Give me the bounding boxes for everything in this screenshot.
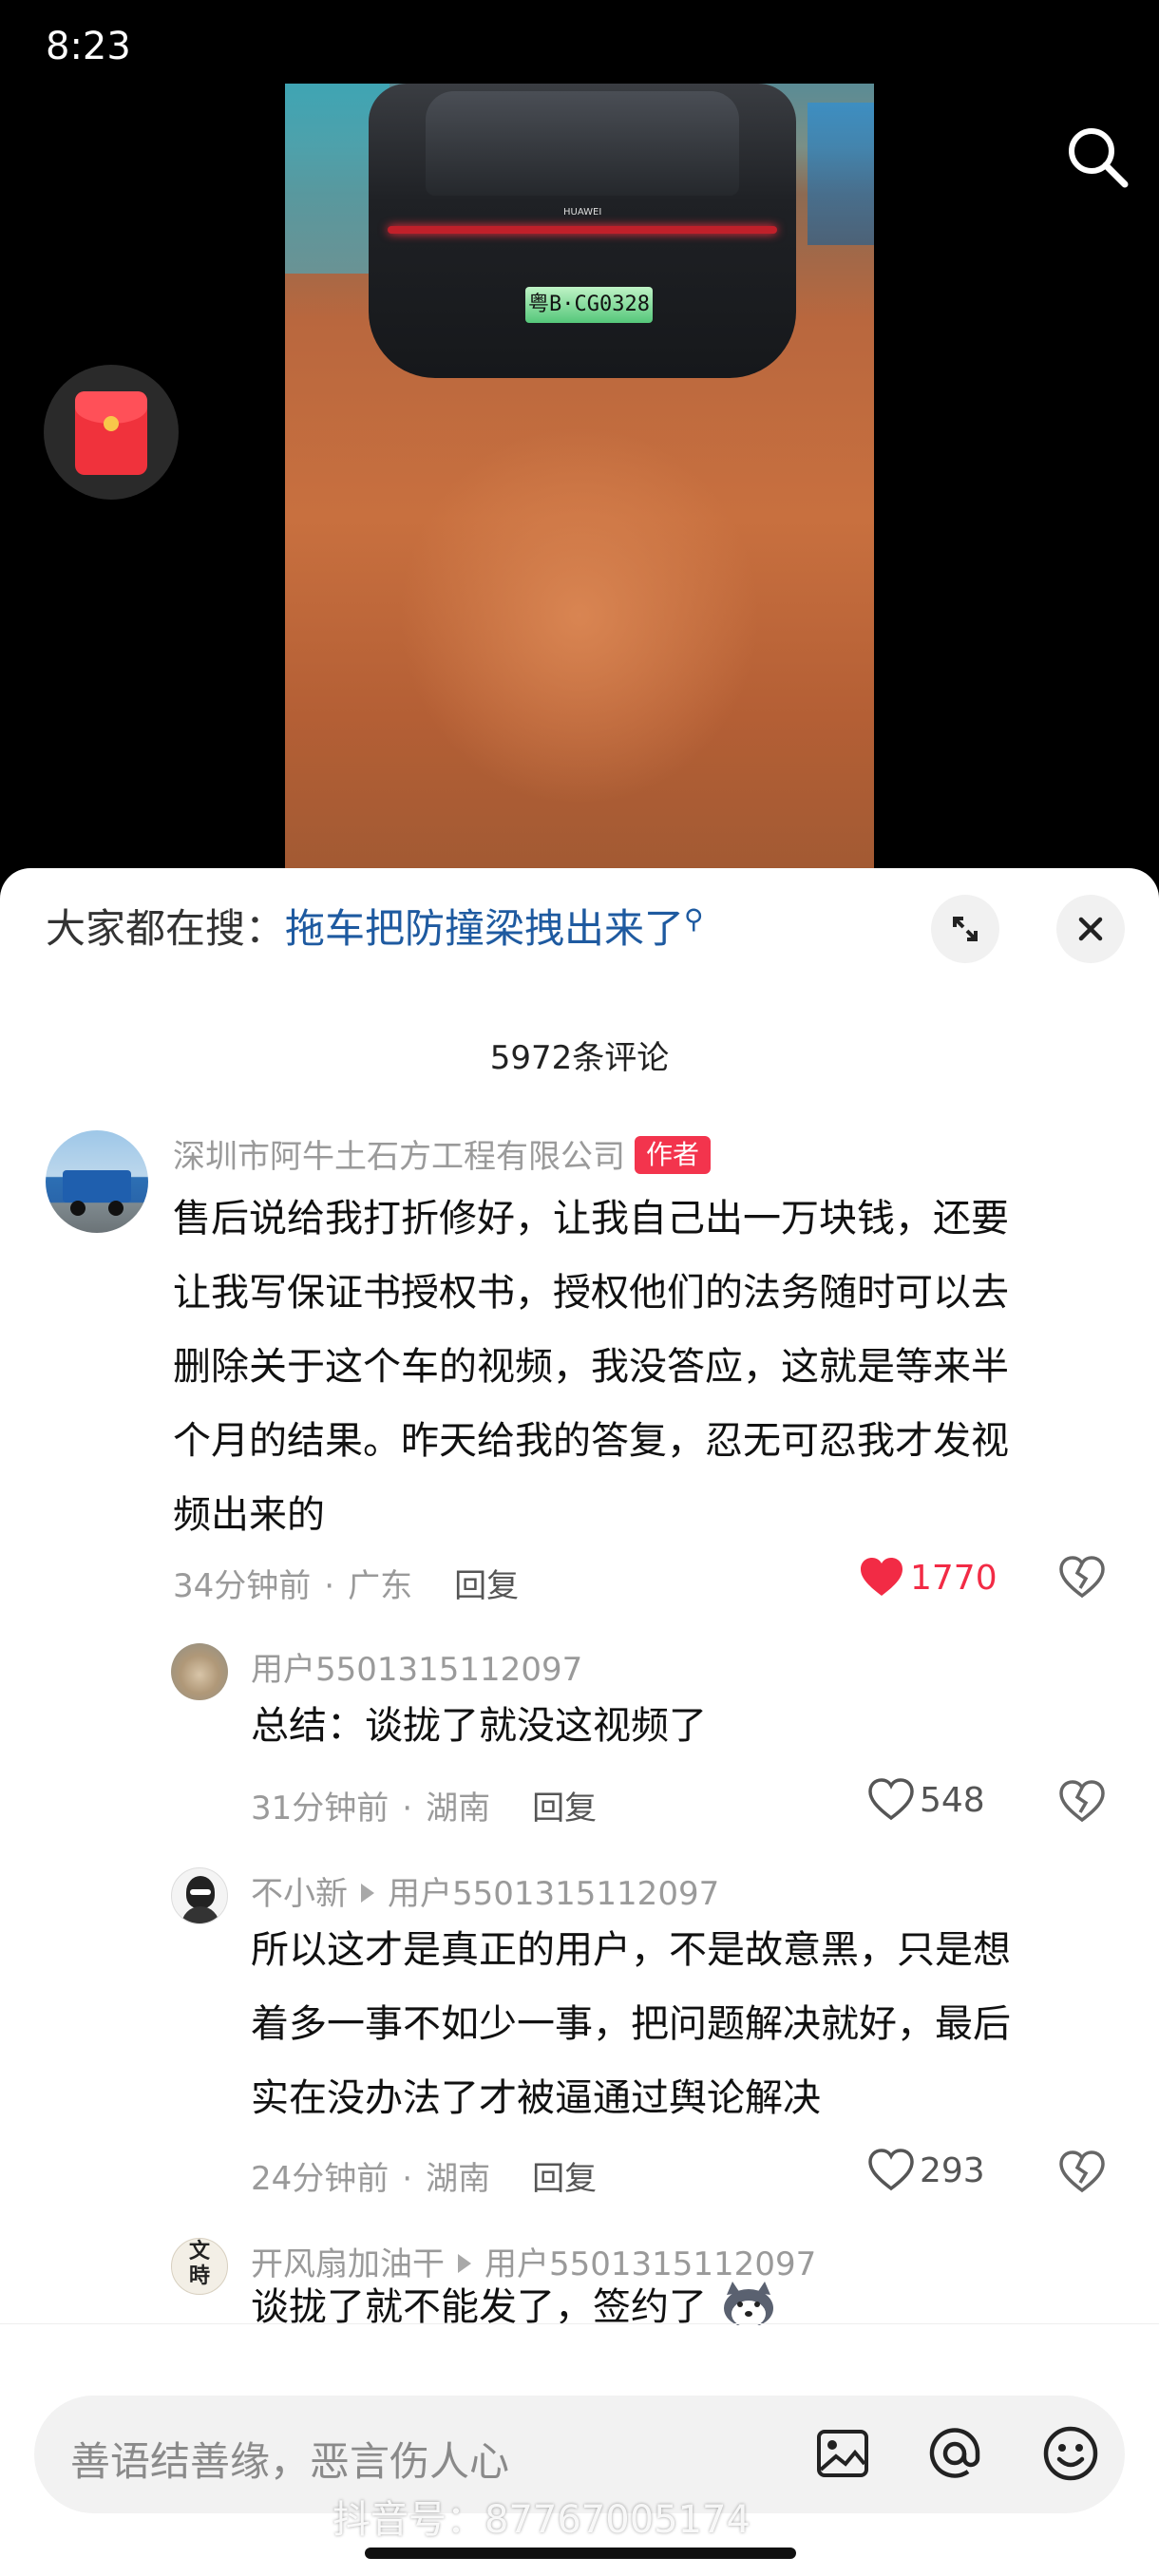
like-count: 1770 [910,1558,998,1598]
reply-arrow-icon [361,1884,374,1903]
search-icon[interactable] [1062,122,1132,192]
dislike-button[interactable] [1056,2147,1108,2198]
comment-sheet: 大家都在搜：拖车把防撞梁拽出来了⚲ 5972条评论 深圳市阿牛土石方工程有限公司… [0,868,1159,2576]
broken-heart-icon [1059,2150,1105,2193]
author-badge: 作者 [635,1136,712,1174]
comment-text[interactable]: 谈拢了就不能发了，签约了 [251,2282,1125,2325]
at-icon [929,2428,980,2478]
author-name[interactable]: 不小新 [251,1875,348,1913]
dislike-button[interactable] [1056,1552,1108,1603]
car-logo: HUAWEI [563,207,602,218]
comment-author[interactable]: 不小新 用户5501315112097 [251,1867,719,1914]
reply-to-name[interactable]: 用户5501315112097 [484,2245,816,2283]
comment-location: 湖南 [426,1790,491,1828]
broken-heart-icon [1059,1780,1105,1823]
close-icon [1078,917,1103,941]
license-plate: 粤B·CG0328 [525,287,653,323]
hot-search-bar[interactable]: 大家都在搜：拖车把防撞梁拽出来了⚲ [46,897,704,955]
avatar-figure [190,1889,211,1895]
hot-search-link[interactable]: 拖车把防撞梁拽出来了 [285,905,684,952]
like-button[interactable]: 1770 [859,1556,998,1600]
husky-emoji-icon [723,2282,773,2325]
heart-icon [868,1778,914,1821]
image-button[interactable] [811,2422,874,2485]
comment-meta: 34分钟前 · 广东 回复 [173,1567,520,1605]
home-indicator[interactable] [365,2548,796,2559]
comment-text[interactable]: 售后说给我打折修好，让我自己出一万块钱，还要 让我写保证书授权书，授权他们的法务… [173,1182,1123,1552]
reply-to-name[interactable]: 用户5501315112097 [388,1875,719,1913]
comment-line: 总结：谈拢了就没这视频了 [251,1704,707,1748]
mention-button[interactable] [923,2422,986,2485]
avatar[interactable] [171,1867,228,1924]
reply-button[interactable]: 回复 [454,1567,519,1605]
comment-line: 频出来的 [173,1493,325,1537]
car-rear-window [426,91,739,196]
red-packet-button[interactable] [44,365,179,500]
heart-icon [861,1558,902,1596]
divider [0,2323,1159,2324]
comment-location: 广东 [348,1567,413,1605]
comment-meta: 24分钟前 · 湖南 回复 [251,2160,598,2198]
video-car: HUAWEI 粤B·CG0328 [369,84,796,378]
video-mud-ground [399,426,760,805]
comment-text[interactable]: 所以这才是真正的用户，不是故意黑，只是想 着多一事不如少一事，把问题解决就好，最… [251,1913,1125,2135]
comment-author[interactable]: 用户5501315112097 [251,1643,582,1690]
expand-button[interactable] [931,895,999,963]
hot-search-prefix: 大家都在搜： [46,905,286,952]
emoji-button[interactable] [1039,2422,1102,2485]
author-name[interactable]: 开风扇加油干 [251,2245,445,2283]
comment-time: 34分钟前 [173,1567,312,1605]
video-player[interactable]: HUAWEI 粤B·CG0328 [285,84,874,874]
comment-line: 着多一事不如少一事，把问题解决就好，最后 [251,2002,1011,2046]
emoji-icon [1043,2426,1098,2481]
truck-wheel [70,1201,86,1216]
heart-icon [868,2149,914,2191]
like-button[interactable]: 293 [868,2149,985,2192]
comment-line: 实在没办法了才被逼通过舆论解决 [251,2076,821,2120]
red-packet-icon [75,391,147,475]
broken-heart-icon [1059,1556,1105,1599]
avatar[interactable] [46,1130,148,1233]
watermark: 抖音号：87767005174 [332,2498,750,2542]
author-name[interactable]: 深圳市阿牛土石方工程有限公司 [173,1138,625,1176]
reply-button[interactable]: 回复 [532,2160,597,2198]
status-time: 8:23 [46,25,131,68]
like-count: 548 [920,1780,985,1820]
video-background-tarp [808,103,874,245]
avatar-calligraphy: 文 [188,2239,210,2263]
car-taillight [388,226,777,234]
dislike-button[interactable] [1056,1776,1108,1828]
reply-arrow-icon [458,2254,471,2273]
like-button[interactable]: 548 [868,1778,985,1822]
comment-location: 湖南 [426,2160,491,2198]
comment-line: 让我写保证书授权书，授权他们的法务随时可以去 [173,1271,1009,1315]
image-icon [817,2430,868,2477]
comment-time: 24分钟前 [251,2160,390,2198]
avatar-figure [181,1906,219,1923]
avatar[interactable] [171,1643,228,1700]
small-search-icon: ⚲ [684,903,704,935]
avatar[interactable]: 文 時 [171,2238,228,2295]
comment-line: 售后说给我打折修好，让我自己出一万块钱，还要 [173,1197,1009,1241]
expand-icon [953,917,978,941]
truck-wheel [108,1201,124,1216]
comment-line: 谈拢了就不能发了，签约了 [251,2285,707,2325]
comment-time: 31分钟前 [251,1790,390,1828]
comment-author[interactable]: 深圳市阿牛土石方工程有限公司 作者 [173,1130,712,1177]
comment-line: 个月的结果。昨天给我的答复，忍无可忍我才发视 [173,1419,1009,1463]
comment-meta: 31分钟前 · 湖南 回复 [251,1790,598,1828]
reply-button[interactable]: 回复 [532,1790,597,1828]
comment-count: 5972条评论 [489,1039,670,1077]
close-button[interactable] [1056,895,1125,963]
comment-input-placeholder: 善语结善缘，恶言伤人心 [70,2438,510,2485]
comment-line: 所以这才是真正的用户，不是故意黑，只是想 [251,1928,1011,1972]
comment-text[interactable]: 总结：谈拢了就没这视频了 [251,1689,1106,1763]
truck-image [63,1170,131,1203]
comment-line: 删除关于这个车的视频，我没答应，这就是等来半 [173,1345,1009,1389]
avatar-calligraphy: 時 [188,2263,210,2288]
like-count: 293 [920,2150,985,2190]
comment-author[interactable]: 开风扇加油干 用户5501315112097 [251,2238,816,2284]
